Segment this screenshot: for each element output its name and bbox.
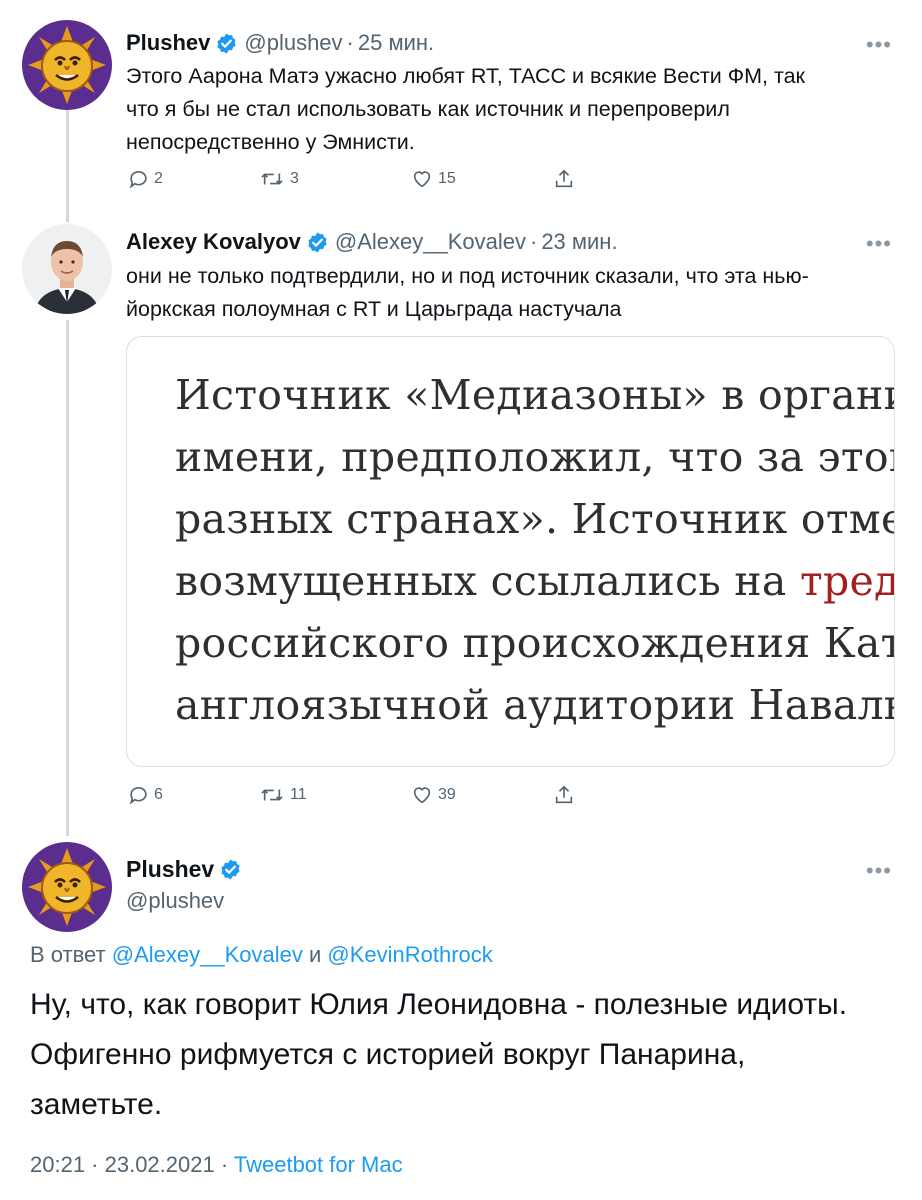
reply-context: В ответ @Alexey__Kovalev и @KevinRothroc… bbox=[30, 942, 493, 968]
image-text-segment: возмущенных ссылались на bbox=[175, 557, 801, 605]
tweet-text-line: Офигенно рифмуется с историей вокруг Пан… bbox=[30, 1038, 746, 1071]
reply-button[interactable]: 2 bbox=[128, 168, 163, 190]
tweet-text-line: что я бы не стал использовать как источн… bbox=[126, 97, 730, 121]
image-text-line: возмущенных ссылались на тред в т bbox=[175, 557, 895, 605]
share-button[interactable] bbox=[553, 784, 579, 806]
like-count: 39 bbox=[438, 786, 456, 803]
attached-image[interactable]: Источник «Медиазоны» в организа имени, п… bbox=[126, 336, 895, 767]
separator-dot: · bbox=[346, 30, 354, 55]
tweet-actions: 6 11 39 bbox=[128, 784, 628, 810]
tweet-meta: 20:21 · 23.02.2021 · Tweetbot for Mac bbox=[30, 1152, 403, 1178]
reply-icon bbox=[129, 170, 147, 189]
heart-icon bbox=[413, 787, 431, 804]
author-name[interactable]: Alexey Kovalyov bbox=[126, 229, 301, 255]
reply-conjunction: и bbox=[302, 942, 328, 967]
image-text-line: англоязычной аудитории Навальнс bbox=[175, 681, 895, 729]
retweet-icon bbox=[261, 789, 283, 801]
retweet-button[interactable]: 3 bbox=[258, 168, 299, 190]
thread-line-1 bbox=[66, 106, 69, 222]
reply-button[interactable]: 6 bbox=[128, 784, 163, 806]
tweet-time[interactable]: 25 мин. bbox=[358, 30, 434, 56]
share-icon bbox=[555, 169, 573, 188]
avatar[interactable] bbox=[22, 224, 112, 314]
tweet-timestamp[interactable]: 20:21 · 23.02.2021 · bbox=[30, 1152, 234, 1177]
author-name[interactable]: Plushev bbox=[126, 856, 214, 883]
reply-icon bbox=[129, 786, 147, 805]
image-text-line: российского происхождения Кати К bbox=[175, 619, 894, 667]
share-button[interactable] bbox=[553, 168, 579, 190]
tweet-text: Ну, что, как говорит Юлия Леонидовна - п… bbox=[30, 980, 900, 1130]
heart-icon bbox=[413, 171, 431, 188]
verified-badge-icon bbox=[308, 231, 327, 253]
more-options-icon[interactable]: ••• bbox=[866, 231, 892, 257]
tweet-text-line: заметьте. bbox=[30, 1088, 163, 1121]
image-link-text: тред в т bbox=[800, 557, 895, 605]
tweet-text: Этого Аарона Матэ ужасно любят RT, ТАСС … bbox=[126, 60, 896, 159]
image-text-line: Источник «Медиазоны» в организа bbox=[175, 371, 895, 419]
like-count: 15 bbox=[438, 170, 456, 187]
image-text-line: имени, предположил, что за этой ка bbox=[175, 433, 894, 481]
avatar[interactable] bbox=[22, 842, 112, 932]
tweet-text: они не только подтвердили, но и под исто… bbox=[126, 260, 896, 326]
tweet-source-link[interactable]: Tweetbot for Mac bbox=[234, 1152, 403, 1177]
tweet-text-line: Этого Аарона Матэ ужасно любят RT, ТАСС … bbox=[126, 64, 805, 88]
author-handle[interactable]: @plushev bbox=[126, 888, 224, 914]
retweet-count: 3 bbox=[290, 170, 299, 187]
tweet-actions: 2 3 15 bbox=[128, 168, 628, 194]
sun-cartoon-avatar-icon bbox=[22, 842, 112, 932]
like-button[interactable]: 39 bbox=[410, 784, 456, 806]
author-name[interactable]: Plushev bbox=[126, 30, 210, 56]
tweet-time[interactable]: 23 мин. bbox=[541, 229, 617, 255]
reply-prefix: В ответ bbox=[30, 942, 112, 967]
author-handle[interactable]: @plushev bbox=[244, 30, 342, 56]
tweet-text-line: непосредственно у Эмнисти. bbox=[126, 130, 415, 154]
author-name-row: Plushev bbox=[126, 856, 248, 883]
tweet-text-line: Ну, что, как говорит Юлия Леонидовна - п… bbox=[30, 988, 848, 1021]
reply-count: 2 bbox=[154, 170, 163, 187]
separator-dot: · bbox=[529, 229, 538, 254]
share-icon bbox=[555, 785, 573, 804]
tweet-header: Plushev @plushev · 25 мин. bbox=[126, 30, 434, 56]
more-options-icon[interactable]: ••• bbox=[866, 32, 892, 58]
retweet-icon bbox=[261, 173, 283, 185]
sun-cartoon-avatar-icon bbox=[22, 20, 112, 110]
reply-count: 6 bbox=[154, 786, 163, 803]
verified-badge-icon bbox=[221, 859, 240, 880]
more-options-icon[interactable]: ••• bbox=[866, 858, 892, 884]
tweet-text-line: они не только подтвердили, но и под исто… bbox=[126, 264, 809, 288]
man-portrait-avatar-icon bbox=[22, 224, 112, 314]
retweet-count: 11 bbox=[290, 786, 307, 803]
tweet-header: Alexey Kovalyov @Alexey__Kovalev · 23 ми… bbox=[126, 229, 618, 255]
thread-line-2 bbox=[66, 320, 69, 836]
like-button[interactable]: 15 bbox=[410, 168, 456, 190]
image-text-line: разных странах». Источник отмети bbox=[175, 495, 895, 543]
mention-link[interactable]: @KevinRothrock bbox=[327, 942, 492, 967]
tweet-text-line: йоркская полоумная с RT и Царьграда наст… bbox=[126, 297, 622, 321]
author-handle[interactable]: @Alexey__Kovalev bbox=[335, 229, 526, 255]
avatar[interactable] bbox=[22, 20, 112, 110]
mention-link[interactable]: @Alexey__Kovalev bbox=[112, 942, 303, 967]
retweet-button[interactable]: 11 bbox=[258, 784, 307, 806]
verified-badge-icon bbox=[217, 32, 236, 54]
